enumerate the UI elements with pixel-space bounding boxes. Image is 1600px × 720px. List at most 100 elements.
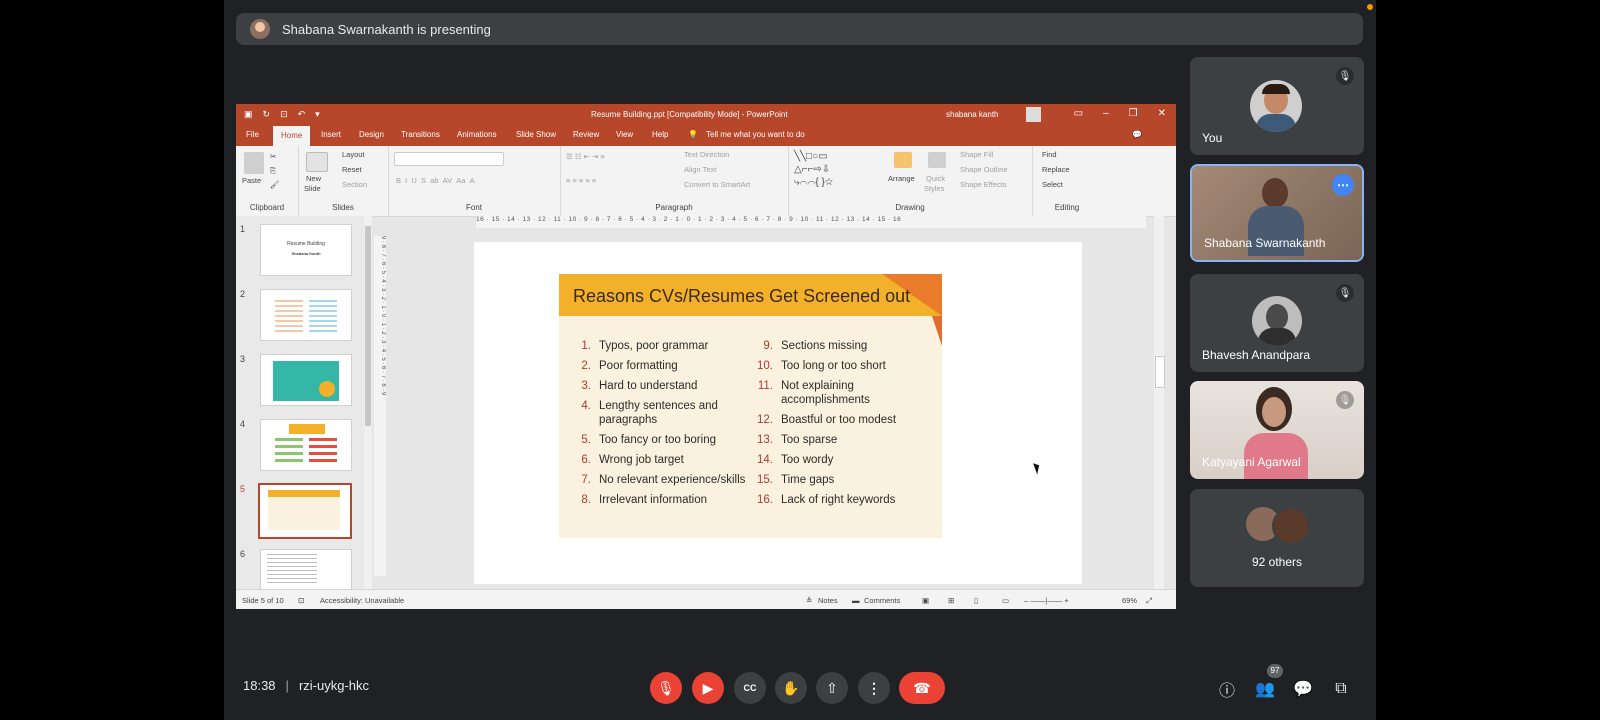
more-options-icon[interactable]: ⋯: [1332, 174, 1354, 196]
comments-button[interactable]: Comments: [864, 596, 900, 605]
font-name-select[interactable]: [394, 152, 504, 166]
thumb-graphic: [319, 381, 335, 397]
quick-styles-button[interactable]: Quick: [926, 174, 945, 183]
notes-icon[interactable]: ≜: [806, 596, 812, 605]
slide-counter: Slide 5 of 10: [242, 596, 284, 605]
current-slide[interactable]: Reasons CVs/Resumes Get Screened out 1. T…: [474, 242, 1082, 584]
autosave-icon[interactable]: ↻: [263, 109, 271, 120]
accessibility-status[interactable]: Accessibility: Unavailable: [320, 596, 404, 605]
participant-tile-katyayani[interactable]: 🎙︎ Katyayani Agarwal: [1190, 381, 1364, 479]
quick-styles-button-2[interactable]: Styles: [924, 184, 944, 193]
arrange-icon[interactable]: [894, 152, 912, 168]
fit-slide-icon[interactable]: ⤢: [1146, 596, 1152, 606]
slide-thumbnail-2[interactable]: [260, 289, 352, 341]
info-icon[interactable]: ⓘ: [1216, 678, 1238, 700]
slide-thumbnail-4[interactable]: [260, 419, 352, 471]
captions-icon[interactable]: CC: [734, 672, 766, 704]
list-item: 14. Too wordy: [757, 454, 834, 466]
slide-scrollbar[interactable]: [1154, 216, 1165, 589]
participant-tile-you[interactable]: 🎙︎ You: [1190, 57, 1364, 155]
chat-icon[interactable]: 💬: [1292, 678, 1314, 700]
separator: |: [285, 678, 289, 693]
shape-fill-button[interactable]: Shape Fill: [960, 150, 993, 159]
notes-button[interactable]: Notes: [818, 596, 838, 605]
paste-icon[interactable]: [244, 152, 264, 174]
raise-hand-icon[interactable]: ✋: [775, 672, 807, 704]
comments-icon[interactable]: 💬: [1132, 130, 1142, 139]
shapes-gallery[interactable]: ╲╲□○▭ △⌐⌐⇨⇩ ⤷⌒⌒{ }☆: [794, 150, 833, 189]
comments-status-icon[interactable]: ▬: [852, 596, 860, 605]
tab-view[interactable]: View: [616, 130, 633, 139]
list-buttons[interactable]: ☰ ☷ ⇤ ⇥ ≡: [566, 152, 605, 161]
list-item: 4. Lengthy sentences and paragraphs: [581, 400, 718, 426]
thumbnails-scrollbar[interactable]: [364, 216, 372, 589]
customize-qat-icon[interactable]: ▾: [315, 109, 320, 120]
tab-help[interactable]: Help: [652, 130, 668, 139]
slide-sorter-icon[interactable]: ⊞: [948, 596, 954, 605]
slide-thumbnail-1[interactable]: Resume Building Shabana Kanth: [260, 224, 352, 276]
participant-tile-bhavesh[interactable]: 🎙︎ Bhavesh Anandpara: [1190, 274, 1364, 372]
slide-thumbnail-5[interactable]: [258, 483, 352, 539]
participant-tile-shabana[interactable]: ⋯ Shabana Swarnakanth: [1190, 164, 1364, 262]
tab-insert[interactable]: Insert: [321, 130, 341, 139]
tab-transitions[interactable]: Transitions: [401, 130, 440, 139]
replace-button[interactable]: Replace: [1042, 165, 1070, 174]
slide-thumbnail-3[interactable]: [260, 354, 352, 406]
minimize-icon[interactable]: –: [1103, 108, 1109, 119]
participant-tile-others[interactable]: 92 others: [1190, 489, 1364, 587]
participant-name: Bhavesh Anandpara: [1202, 348, 1311, 362]
zoom-level[interactable]: 69%: [1122, 596, 1137, 605]
group-clipboard: Paste ✂ ⎘ 🖌 Clipboard: [236, 146, 299, 216]
undo-icon[interactable]: ↶: [298, 109, 306, 120]
activities-icon[interactable]: ⧉: [1330, 678, 1352, 700]
present-icon[interactable]: ⇧: [816, 672, 848, 704]
tab-slide-show[interactable]: Slide Show: [516, 130, 556, 139]
font-style-buttons[interactable]: B I U S ab AV Aa A: [396, 176, 475, 185]
horizontal-ruler: 16 · 15 · 14 · 13 · 12 · 11 · 10 · 9 · 8…: [476, 216, 1146, 228]
shape-effects-button[interactable]: Shape Effects: [960, 180, 1007, 189]
people-icon[interactable]: 👥: [1254, 678, 1276, 700]
mic-off-icon: 🎙︎: [1336, 391, 1354, 409]
save-icon[interactable]: ▣: [244, 109, 253, 120]
reading-view-icon[interactable]: ▯: [974, 596, 978, 605]
ribbon-display-icon[interactable]: ▭: [1074, 108, 1083, 119]
slideshow-icon[interactable]: ▭: [1002, 596, 1009, 605]
layout-button[interactable]: Layout: [342, 150, 365, 159]
from-beginning-icon[interactable]: ⊡: [280, 109, 288, 120]
slide-thumbnail-6[interactable]: [260, 549, 352, 591]
quick-styles-icon[interactable]: [928, 152, 946, 168]
select-button[interactable]: Select: [1042, 180, 1063, 189]
tab-home[interactable]: Home: [273, 126, 311, 146]
new-slide-button-2[interactable]: Slide: [304, 184, 321, 193]
tab-review[interactable]: Review: [573, 130, 599, 139]
convert-smartart-button[interactable]: Convert to SmartArt: [684, 180, 750, 189]
new-slide-button[interactable]: New: [306, 174, 321, 183]
normal-view-icon[interactable]: ▣: [922, 596, 929, 605]
zoom-slider[interactable]: – ——|—— +: [1024, 596, 1069, 605]
tab-animations[interactable]: Animations: [457, 130, 497, 139]
close-icon[interactable]: ✕: [1158, 108, 1166, 119]
tab-file[interactable]: File: [246, 130, 259, 139]
tell-me-search[interactable]: Tell me what you want to do: [706, 130, 805, 139]
new-slide-icon[interactable]: [306, 152, 328, 172]
align-text-button[interactable]: Align Text: [684, 165, 716, 174]
restore-icon[interactable]: ❐: [1129, 108, 1138, 119]
more-options-icon[interactable]: ⋮: [858, 672, 890, 704]
align-buttons[interactable]: ≡ ≡ ≡ ≡ ≡: [566, 176, 596, 185]
shape-outline-button[interactable]: Shape Outline: [960, 165, 1008, 174]
format-painter-icon[interactable]: 🖌: [270, 180, 280, 189]
find-button[interactable]: Find: [1042, 150, 1057, 159]
ppt-user-avatar[interactable]: [1026, 107, 1041, 122]
reset-button[interactable]: Reset: [342, 165, 362, 174]
section-button[interactable]: Section: [342, 180, 367, 189]
cut-icon[interactable]: ✂: [270, 152, 276, 161]
end-call-icon[interactable]: ☎: [899, 672, 945, 704]
mic-off-icon[interactable]: 🎙︎: [650, 672, 682, 704]
tab-design[interactable]: Design: [359, 130, 384, 139]
paste-button[interactable]: Paste: [242, 176, 261, 185]
copy-icon[interactable]: ⎘: [270, 166, 276, 176]
spelling-icon[interactable]: ⊡: [298, 596, 304, 605]
arrange-button[interactable]: Arrange: [888, 174, 915, 183]
text-direction-button[interactable]: Text Direction: [684, 150, 729, 159]
camera-off-icon[interactable]: ▶: [692, 672, 724, 704]
